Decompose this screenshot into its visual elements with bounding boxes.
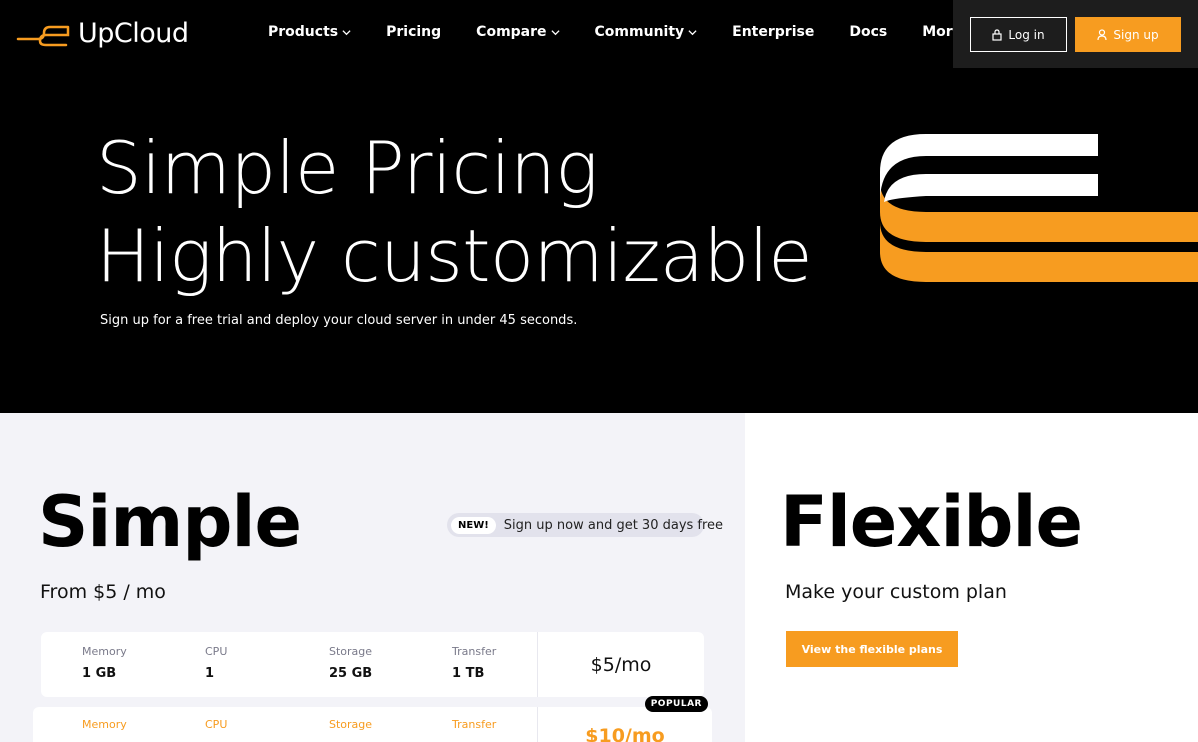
nav-pricing-label: Pricing bbox=[386, 24, 442, 40]
hero-title-line-1: Simple Pricing bbox=[96, 126, 598, 210]
nav-pricing[interactable]: Pricing bbox=[386, 24, 441, 40]
plan-price: $5/mo bbox=[537, 632, 704, 697]
hero-stripes-graphic bbox=[880, 134, 1198, 282]
flexible-title: Flexible bbox=[780, 481, 1083, 563]
hero-title-line-2: Highly customizable bbox=[96, 214, 813, 298]
storage-spec: Storage bbox=[329, 718, 372, 731]
transfer-spec: Transfer 1 TB bbox=[452, 645, 496, 681]
signup-label: Sign up bbox=[1113, 27, 1159, 42]
flexible-plans-panel: Flexible Make your custom plan View the … bbox=[745, 413, 1198, 742]
upcloud-logo[interactable]: UpCloud bbox=[16, 18, 189, 49]
chevron-down-icon bbox=[688, 29, 697, 35]
cpu-spec: CPU 1 bbox=[205, 645, 227, 681]
memory-label: Memory bbox=[82, 645, 127, 658]
chevron-down-icon bbox=[550, 29, 560, 35]
nav-products[interactable]: Products bbox=[268, 24, 351, 40]
nav-community-label: Community bbox=[594, 24, 685, 40]
memory-value: 1 GB bbox=[82, 666, 117, 681]
transfer-value: 1 TB bbox=[452, 666, 485, 681]
cpu-label: CPU bbox=[205, 718, 228, 731]
transfer-label: Transfer bbox=[452, 645, 497, 658]
new-badge: NEW! bbox=[451, 516, 496, 534]
storage-spec: Storage 25 GB bbox=[329, 645, 372, 681]
storage-label: Storage bbox=[329, 645, 373, 658]
plan-price: $10/mo bbox=[537, 707, 712, 742]
storage-value: 25 GB bbox=[329, 666, 373, 681]
upcloud-logo-icon bbox=[16, 25, 70, 46]
hero-subtitle: Sign up for a free trial and deploy your… bbox=[100, 313, 578, 328]
flexible-subtitle: Make your custom plan bbox=[785, 581, 1007, 603]
cpu-spec: CPU bbox=[205, 718, 227, 731]
plan-row[interactable]: Memory 1 GB CPU 1 Storage 25 GB Transfer… bbox=[41, 632, 704, 697]
promo-text: Sign up now and get 30 days free bbox=[503, 517, 724, 533]
cpu-label: CPU bbox=[205, 645, 228, 658]
signup-button[interactable]: Sign up bbox=[1075, 17, 1181, 52]
storage-label: Storage bbox=[329, 718, 373, 731]
memory-label: Memory bbox=[82, 718, 127, 731]
nav-community[interactable]: Community bbox=[595, 24, 698, 40]
nav-compare-label: Compare bbox=[476, 24, 547, 40]
simple-plans-panel: Simple From $5 / mo NEW! Sign up now and… bbox=[0, 413, 745, 742]
memory-spec: Memory 1 GB bbox=[82, 645, 127, 681]
user-icon bbox=[1097, 28, 1107, 40]
login-label: Log in bbox=[1008, 27, 1045, 42]
nav-docs-label: Docs bbox=[849, 24, 888, 40]
hero-section: Simple Pricing Highly customizable Sign … bbox=[0, 68, 1198, 413]
transfer-label: Transfer bbox=[452, 718, 497, 731]
free-trial-promo[interactable]: NEW! Sign up now and get 30 days free bbox=[447, 513, 723, 537]
chevron-down-icon bbox=[342, 29, 351, 35]
lock-icon bbox=[992, 28, 1003, 41]
nav-compare[interactable]: Compare bbox=[476, 24, 560, 40]
popular-badge: POPULAR bbox=[644, 696, 708, 712]
nav-docs[interactable]: Docs bbox=[849, 24, 887, 40]
top-navigation-bar: UpCloud Products Pricing Compare Communi… bbox=[0, 0, 1198, 70]
transfer-spec: Transfer bbox=[452, 718, 496, 731]
plan-row-popular[interactable]: Memory CPU Storage Transfer $10/mo POPUL… bbox=[33, 696, 712, 742]
from-price: From $5 / mo bbox=[40, 581, 166, 603]
simple-title: Simple bbox=[38, 481, 302, 563]
logo-text: UpCloud bbox=[78, 18, 189, 49]
nav-enterprise-label: Enterprise bbox=[732, 24, 815, 40]
hero-title: Simple Pricing Highly customizable bbox=[96, 124, 813, 300]
memory-spec: Memory bbox=[82, 718, 127, 731]
nav-enterprise[interactable]: Enterprise bbox=[732, 24, 814, 40]
cpu-value: 1 bbox=[205, 666, 215, 681]
main-nav: Products Pricing Compare Community Enter… bbox=[268, 24, 1010, 40]
nav-products-label: Products bbox=[268, 24, 339, 40]
login-button[interactable]: Log in bbox=[970, 17, 1067, 52]
view-flexible-plans-button[interactable]: View the flexible plans bbox=[786, 631, 958, 667]
